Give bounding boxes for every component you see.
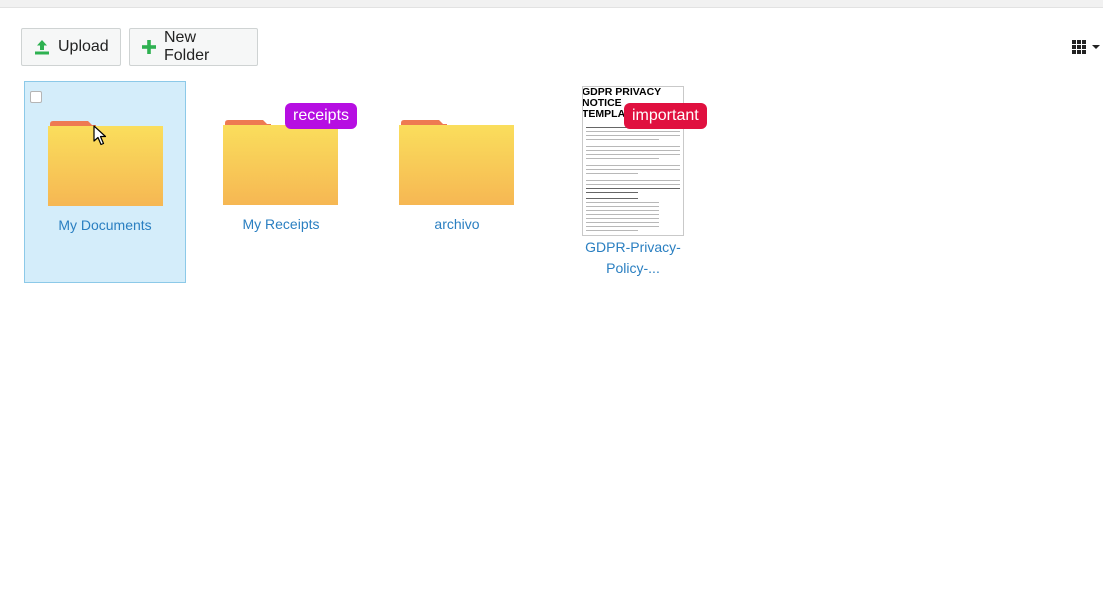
new-folder-button-label: New Folder bbox=[164, 29, 210, 64]
upload-button[interactable]: Upload bbox=[21, 28, 121, 66]
upload-button-label: Upload bbox=[58, 38, 109, 55]
grid-view-icon bbox=[1072, 40, 1086, 54]
view-toggle[interactable] bbox=[1072, 40, 1103, 54]
folder-item-my-documents[interactable]: My Documents bbox=[24, 81, 186, 283]
item-label: My Receipts bbox=[242, 216, 320, 232]
item-label: archivo bbox=[434, 216, 480, 232]
tag-badge-receipts[interactable]: receipts bbox=[285, 103, 358, 129]
item-label: GDPR-Privacy-Policy-... bbox=[585, 239, 681, 276]
folder-icon bbox=[223, 120, 338, 205]
folder-item-archivo[interactable]: archivo bbox=[376, 81, 538, 283]
mouse-pointer-icon bbox=[93, 125, 107, 146]
new-folder-button[interactable]: New Folder bbox=[129, 28, 258, 66]
folder-icon bbox=[399, 120, 514, 205]
top-bar bbox=[0, 0, 1103, 8]
upload-icon bbox=[34, 39, 50, 55]
plus-icon bbox=[142, 40, 156, 54]
item-label: My Documents bbox=[58, 217, 152, 233]
tag-badge-important[interactable]: important bbox=[624, 103, 707, 129]
select-checkbox[interactable] bbox=[30, 91, 42, 103]
chevron-down-icon bbox=[1092, 45, 1100, 49]
